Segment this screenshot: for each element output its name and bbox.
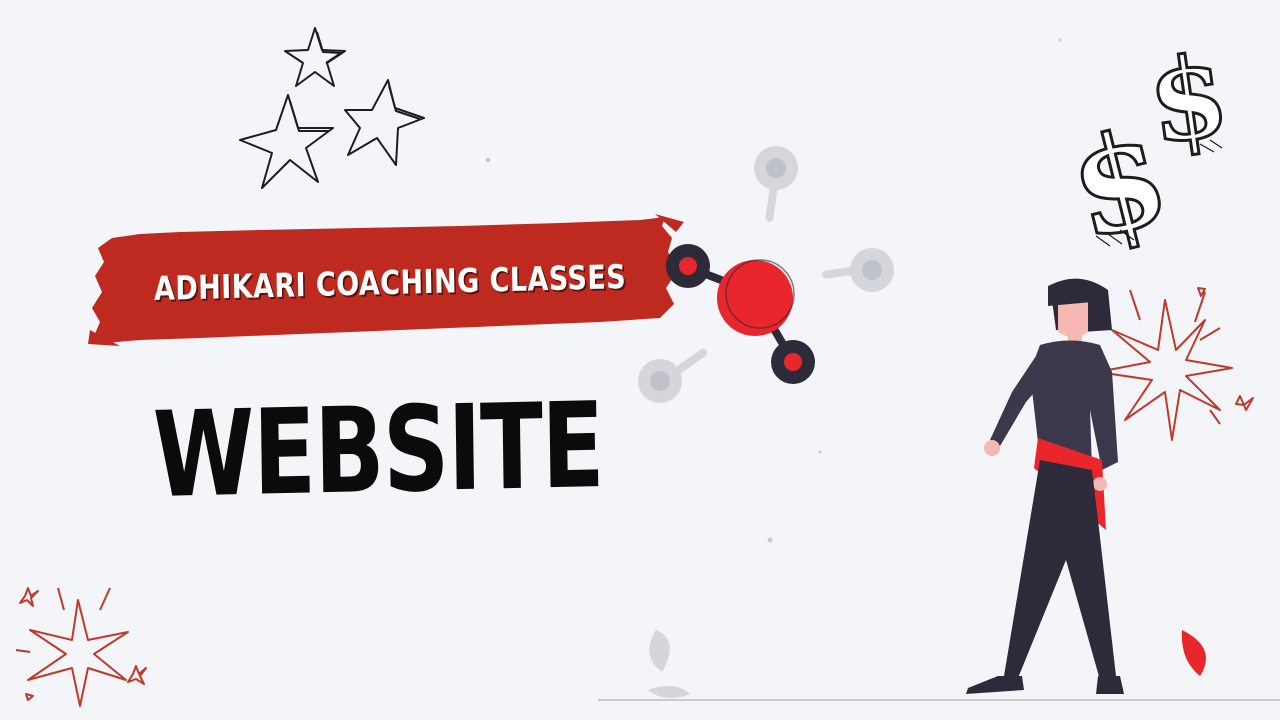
- star-icon: [239, 94, 334, 189]
- sparkle-burst-icon: [1097, 287, 1254, 441]
- leaf-icon: [1181, 630, 1206, 676]
- star-icon: [284, 27, 346, 87]
- background-artwork: $ $: [15, 27, 1280, 707]
- page-title: WEBSITE: [152, 375, 604, 525]
- star-icon: [344, 79, 425, 166]
- sparkle-burst-icon: [15, 587, 147, 707]
- dollar-sign-icon: $ $: [1054, 28, 1237, 272]
- molecule-icon: [638, 146, 894, 403]
- leaf-icon: [648, 630, 690, 699]
- woman-figure: [966, 278, 1124, 694]
- banner-title: ADHIKARI COACHING CLASSES: [153, 256, 627, 308]
